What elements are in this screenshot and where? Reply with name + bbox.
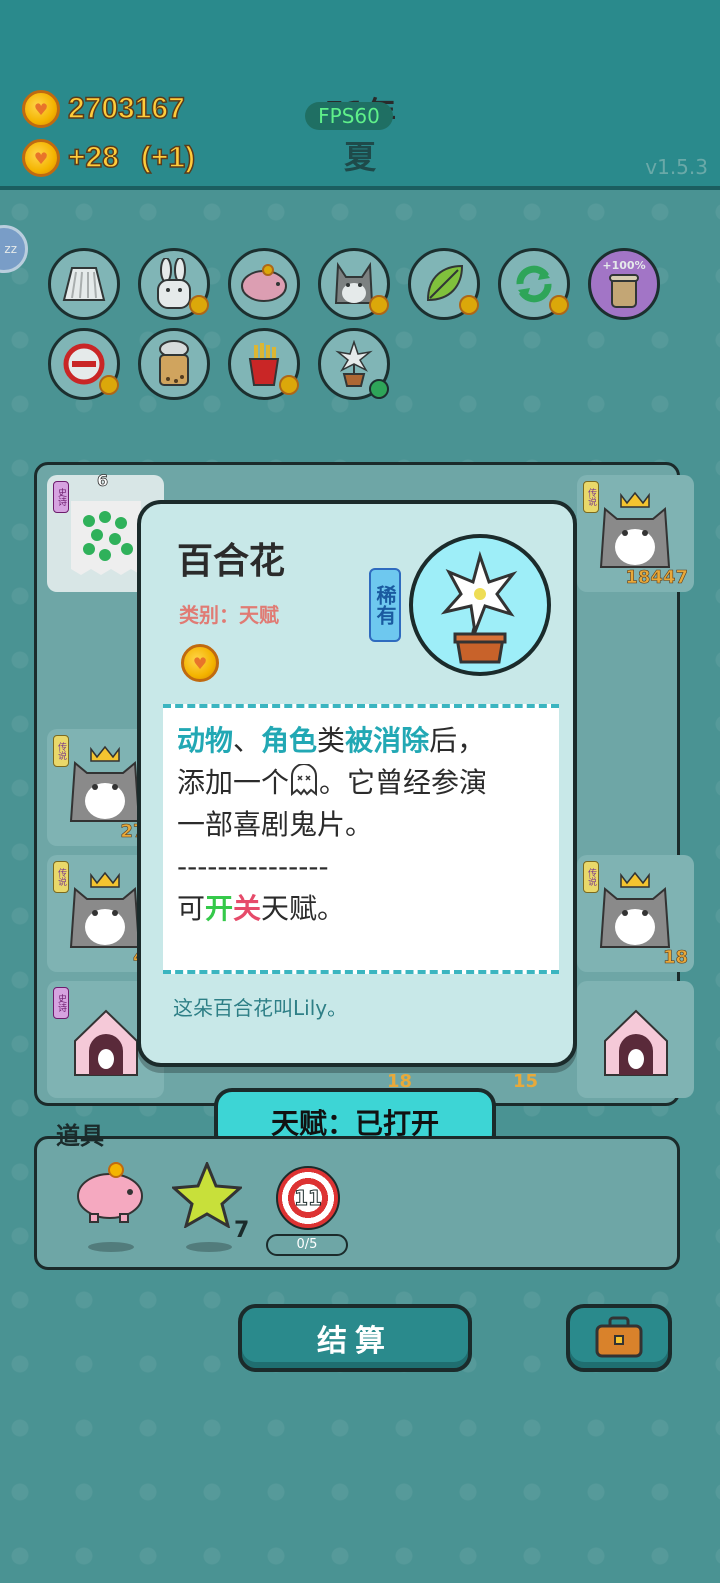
talent-piggy-bank[interactable] [228,248,300,320]
target-number: 11 [294,1186,323,1211]
piggy-bank-icon [241,264,287,302]
coin-icon: ♥ [181,644,219,682]
talent-rabbit[interactable] [138,248,210,320]
inventory-button[interactable] [566,1304,672,1372]
piggy-bank-icon [77,1162,143,1223]
income-row: ♥ +28 (+1) [22,139,196,177]
talent-percent: +100% [602,259,646,272]
coin-badge [369,295,389,315]
card-category: 类别：天赋 [179,603,279,627]
income-bonus: (+1) [140,140,196,175]
coin-badge [549,295,569,315]
tool-shadow [88,1242,134,1252]
board-cell[interactable]: 传说 18447 [577,475,694,592]
desc-text: 天赋。 [261,892,346,925]
cell-count: 15 [513,1071,539,1092]
keyword-character: 角色 [261,724,318,757]
fries-icon [248,343,280,386]
card-title: 百合花 [177,541,286,582]
briefcase-icon [595,1316,643,1358]
desc-text: 。它曾经参演 [319,766,488,799]
husky-king-icon [599,491,671,568]
season-label: 夏 [343,138,376,176]
coins-row: ♥ 2703167 [22,90,186,128]
rarity-badge: 稀有 [369,568,401,642]
talent-detail-card: 百合花 类别：天赋 ♥ 稀有 动物、角色类被消除后， 添加一个 。它曾经参演 一部… [137,500,577,1067]
star-icon [170,1160,244,1230]
coin-badge [459,295,479,315]
coins-total: 2703167 [67,91,185,126]
talent-no-entry[interactable] [48,328,120,400]
tool-shadow [186,1242,232,1252]
coin-badge [189,295,209,315]
rabbit-house-icon [604,1009,668,1076]
skirt-icon [62,267,106,301]
ghost-icon [291,764,318,796]
desc-text: 添加一个 [177,766,290,799]
desc-text: 一部喜剧鬼片。 [177,808,374,841]
lily-flower-icon [440,550,518,664]
coin-icon: ♥ [22,90,60,128]
star-count: 7 [234,1218,250,1243]
coin-badge [279,375,299,395]
board-cell[interactable]: 传说 18 [577,855,694,972]
desc-text: 可 [177,892,206,925]
keyword-animal: 动物 [177,724,234,757]
income-value: +28 [67,140,119,175]
talent-skirt[interactable] [48,248,120,320]
talent-husky[interactable] [318,248,390,320]
talent-lily[interactable] [318,328,390,400]
sleep-label: zz [4,242,17,256]
talent-milk-tea[interactable]: +100% [588,248,660,320]
desc-text: 类 [317,724,346,757]
active-indicator [369,379,389,399]
top-bar: ♥ 2703167 ♥ +28 (+1) 51年 FPS60 夏 v1.5.3 [0,0,720,190]
keyword-off: 关 [233,892,262,925]
board-cell[interactable] [577,981,694,1098]
fps-counter: FPS60 [305,102,393,130]
card-flavor-text: 这朵百合花叫Lily。 [173,996,348,1020]
talent-bubble-tea[interactable] [138,328,210,400]
settle-button[interactable]: 结算 [238,1304,472,1372]
keyword-eliminated: 被消除 [345,724,430,757]
tool-target[interactable]: 11 [276,1166,340,1230]
desc-divider: --------------- [177,850,329,883]
keyword-on: 开 [205,892,234,925]
tool-piggy-bank[interactable] [72,1160,148,1240]
coin-badge [99,375,119,395]
rabbit-house-icon [74,1009,138,1076]
milk-tea-icon [609,274,639,308]
coin-icon: ♥ [22,139,60,177]
talent-fries[interactable] [228,328,300,400]
card-art [409,534,551,676]
target-progress: 0/5 [266,1234,348,1256]
husky-king-icon [69,871,141,948]
tool-star[interactable] [170,1160,244,1232]
cell-count: 18447 [625,567,688,589]
desc-text: 、 [233,724,262,757]
lily-icon [335,340,373,387]
card-description: 动物、角色类被消除后， 添加一个 。它曾经参演 一部喜剧鬼片。 ---------… [163,704,559,974]
version-label: v1.5.3 [645,155,708,179]
cell-count: 18 [662,947,689,969]
tools-label: 道具 [56,1122,104,1150]
husky-king-icon [69,745,141,822]
talent-leaf[interactable] [408,248,480,320]
bubble-tea-icon [159,340,189,386]
cell-count: 6 [97,471,109,491]
desc-text: 后， [429,724,486,757]
husky-king-icon [599,871,671,948]
talent-refresh[interactable] [498,248,570,320]
